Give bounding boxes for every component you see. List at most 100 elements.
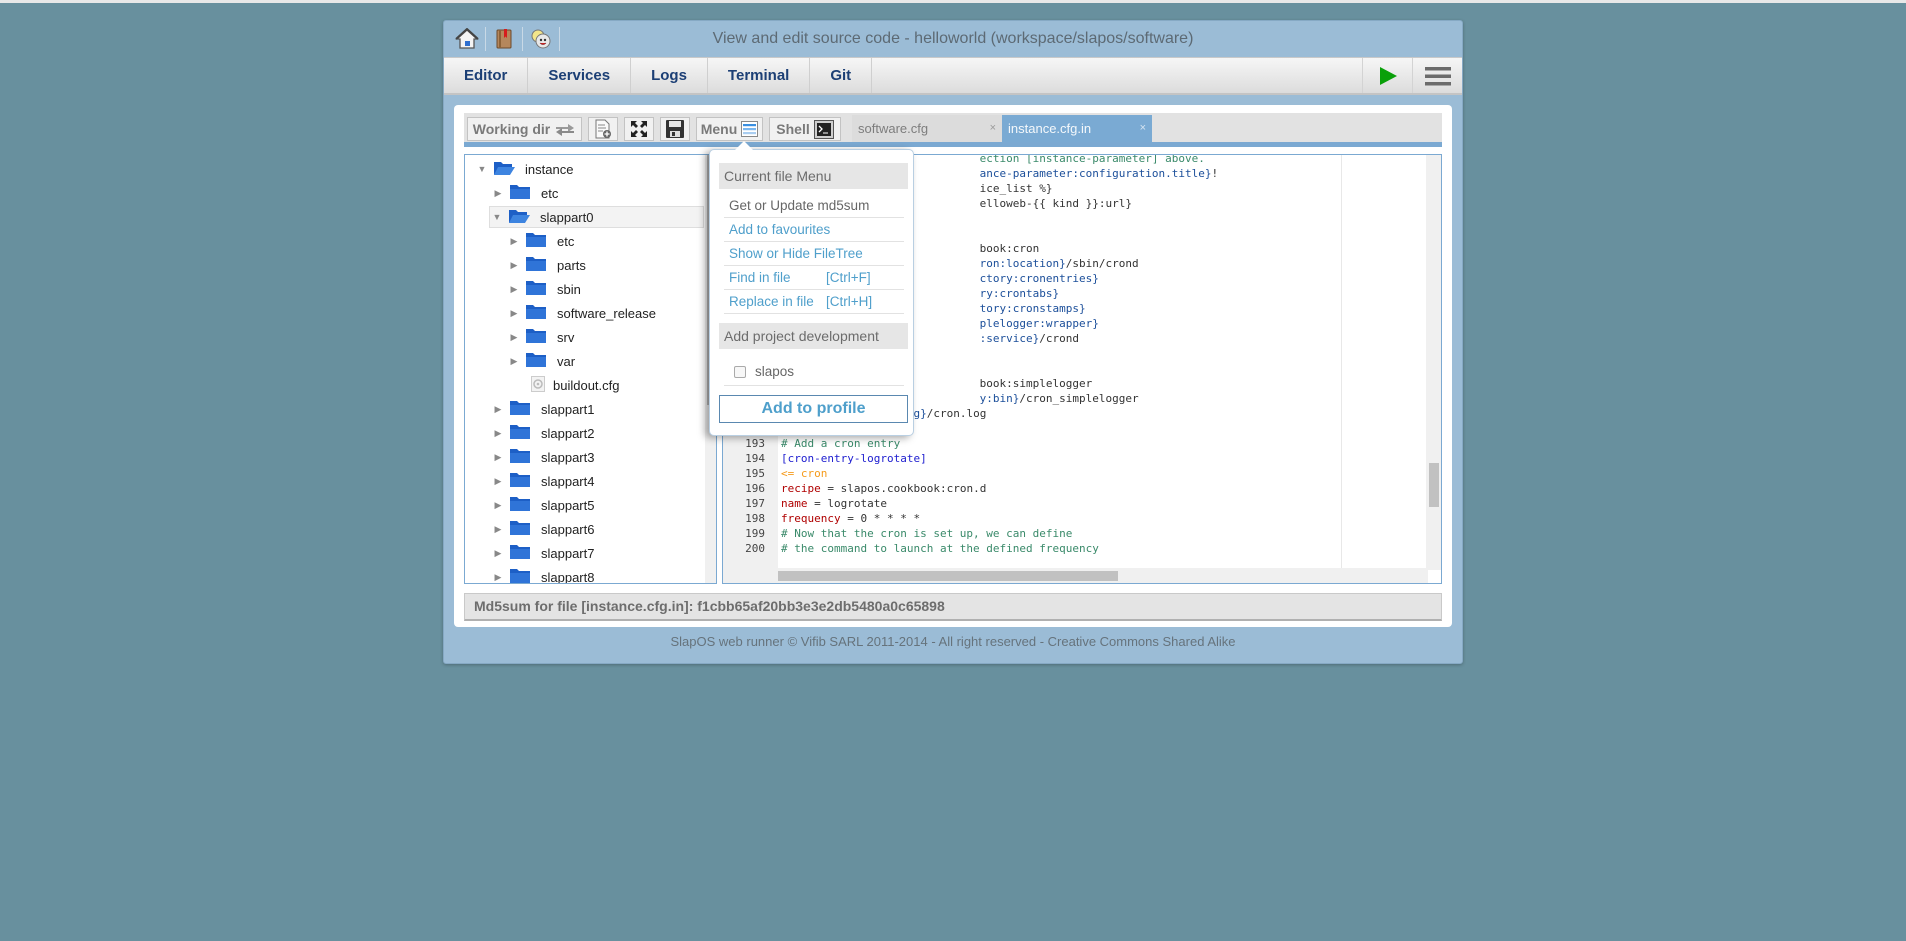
menu-section-header: Current file Menu <box>719 163 908 189</box>
add-to-profile-button[interactable]: Add to profile <box>719 395 908 423</box>
file-tab-label: instance.cfg.in <box>1008 121 1092 136</box>
menu-button[interactable]: Menu <box>696 117 763 141</box>
tree-item[interactable]: ▶ slappart2 <box>491 422 594 444</box>
line-number: 194 <box>745 452 765 465</box>
tree-item[interactable]: ▶ slappart6 <box>491 518 594 540</box>
tree-item[interactable]: ▼ slappart0 <box>489 206 704 228</box>
menu-item-label: Find in file <box>729 270 791 285</box>
caret-right-icon[interactable]: ▶ <box>491 572 505 583</box>
tree-item-label: sbin <box>557 281 581 297</box>
caret-right-icon[interactable]: ▶ <box>507 284 521 295</box>
tree-item[interactable]: ▶ slappart8 <box>491 566 594 584</box>
tree-item[interactable]: ▶ sbin <box>507 278 581 300</box>
folder-icon <box>525 304 547 323</box>
tree-item[interactable]: ▶ slappart4 <box>491 470 594 492</box>
code-token: # Now that the cron is set up, we can de… <box>781 527 1073 540</box>
tree-item-label: etc <box>541 185 559 201</box>
tree-item-label: slappart4 <box>541 473 595 489</box>
menu-item-md5sum[interactable]: Get or Update md5sum <box>724 194 904 218</box>
tree-item-label: slappart2 <box>541 425 595 441</box>
title-bar: View and edit source code - helloworld (… <box>444 21 1462 57</box>
tree-item[interactable]: buildout.cfg <box>507 374 620 396</box>
tree-item[interactable]: ▶ slappart5 <box>491 494 594 516</box>
slapos-checkbox[interactable] <box>734 365 746 378</box>
folder-icon <box>509 184 531 203</box>
tree-item[interactable]: ▶ software_release <box>507 302 656 324</box>
code-line: 193 # Add a cron entry <box>723 436 1423 451</box>
caret-right-icon[interactable]: ▶ <box>507 308 521 319</box>
main-menu-button[interactable] <box>1412 58 1462 93</box>
save-button[interactable] <box>660 117 690 141</box>
nav-tab-editor[interactable]: Editor <box>444 58 529 93</box>
checkbox-label: slapos <box>755 364 795 379</box>
folder-icon <box>509 448 531 467</box>
caret-right-icon[interactable]: ▶ <box>507 260 521 271</box>
menu-item-toggle-filetree[interactable]: Show or Hide FileTree <box>724 242 904 266</box>
tree-item[interactable]: ▶ slappart1 <box>491 398 594 420</box>
run-button[interactable] <box>1362 58 1412 93</box>
tree-item-label: software_release <box>557 305 656 321</box>
tree-item[interactable]: ▶ srv <box>507 326 574 348</box>
code-token: # the command to launch at the defined f… <box>781 542 1099 555</box>
code-token: /cron_simplelogger <box>1019 392 1139 405</box>
code-line: 197 name = logrotate <box>723 496 1423 511</box>
menu-item-replace[interactable]: Replace in file [Ctrl+H] <box>724 290 904 314</box>
tree-item[interactable]: ▶ etc <box>507 230 574 252</box>
shell-button[interactable]: Shell <box>769 117 841 141</box>
editor-horizontal-scrollbar[interactable] <box>778 568 1428 583</box>
tree-item-label: var <box>557 353 576 369</box>
tree-item-label: buildout.cfg <box>553 377 620 393</box>
tree-item[interactable]: ▶ slappart3 <box>491 446 594 468</box>
caret-right-icon[interactable]: ▶ <box>507 332 521 343</box>
nav-tab-services[interactable]: Services <box>528 58 632 93</box>
folder-icon <box>525 328 547 347</box>
file-tab-software-cfg[interactable]: software.cfg × <box>852 115 1002 142</box>
scrollbar-thumb[interactable] <box>778 571 1118 581</box>
caret-right-icon[interactable]: ▶ <box>491 476 505 487</box>
caret-right-icon[interactable]: ▶ <box>491 452 505 463</box>
caret-right-icon[interactable]: ▶ <box>491 524 505 535</box>
menu-item-find[interactable]: Find in file [Ctrl+F] <box>724 266 904 290</box>
editor-vertical-scrollbar[interactable] <box>1426 155 1441 570</box>
menu-item-label: Replace in file <box>729 294 814 309</box>
scrollbar-thumb[interactable] <box>1429 463 1439 507</box>
tree-item[interactable]: ▼ instance <box>475 158 573 180</box>
caret-right-icon[interactable]: ▶ <box>491 404 505 415</box>
code-line: 198 frequency = 0 * * * * <box>723 511 1423 526</box>
code-token: <= cron <box>781 467 828 480</box>
file-tab-instance-cfg-in[interactable]: instance.cfg.in × <box>1002 115 1152 142</box>
working-dir-button[interactable]: Working dir <box>467 117 582 141</box>
caret-right-icon[interactable]: ▶ <box>491 548 505 559</box>
caret-right-icon[interactable]: ▶ <box>491 500 505 511</box>
caret-right-icon[interactable]: ▶ <box>507 356 521 367</box>
tree-item[interactable]: ▶ parts <box>507 254 586 276</box>
caret-down-icon[interactable]: ▼ <box>475 164 489 174</box>
folder-icon <box>509 568 531 584</box>
caret-right-icon[interactable]: ▶ <box>507 236 521 247</box>
close-icon[interactable]: × <box>990 122 996 134</box>
close-icon[interactable]: × <box>1140 122 1146 134</box>
nav-tab-terminal[interactable]: Terminal <box>708 58 811 93</box>
tree-item-label: etc <box>557 233 575 249</box>
folder-icon <box>509 400 531 419</box>
fullscreen-icon <box>631 121 647 137</box>
shell-label: Shell <box>776 121 810 137</box>
tree-item-label: slappart7 <box>541 545 595 561</box>
caret-down-icon[interactable]: ▼ <box>490 212 504 222</box>
caret-right-icon[interactable]: ▶ <box>491 188 505 199</box>
code-token: /crond <box>1039 332 1080 345</box>
tree-item-label: slappart6 <box>541 521 595 537</box>
menu-item-add-favourites[interactable]: Add to favourites <box>724 218 904 242</box>
code-token: ! <box>1211 167 1219 180</box>
menu-item-label: Add to favourites <box>729 222 831 237</box>
nav-tab-logs[interactable]: Logs <box>631 58 708 93</box>
tree-item[interactable]: ▶ var <box>507 350 575 372</box>
fullscreen-button[interactable] <box>624 117 654 141</box>
tree-item[interactable]: ▶ slappart7 <box>491 542 594 564</box>
caret-right-icon[interactable]: ▶ <box>491 428 505 439</box>
nav-tab-git[interactable]: Git <box>810 58 873 93</box>
folder-icon <box>509 424 531 443</box>
tree-item[interactable]: ▶ etc <box>491 182 558 204</box>
new-file-button[interactable] <box>588 117 618 141</box>
menu-list-icon <box>741 121 759 137</box>
